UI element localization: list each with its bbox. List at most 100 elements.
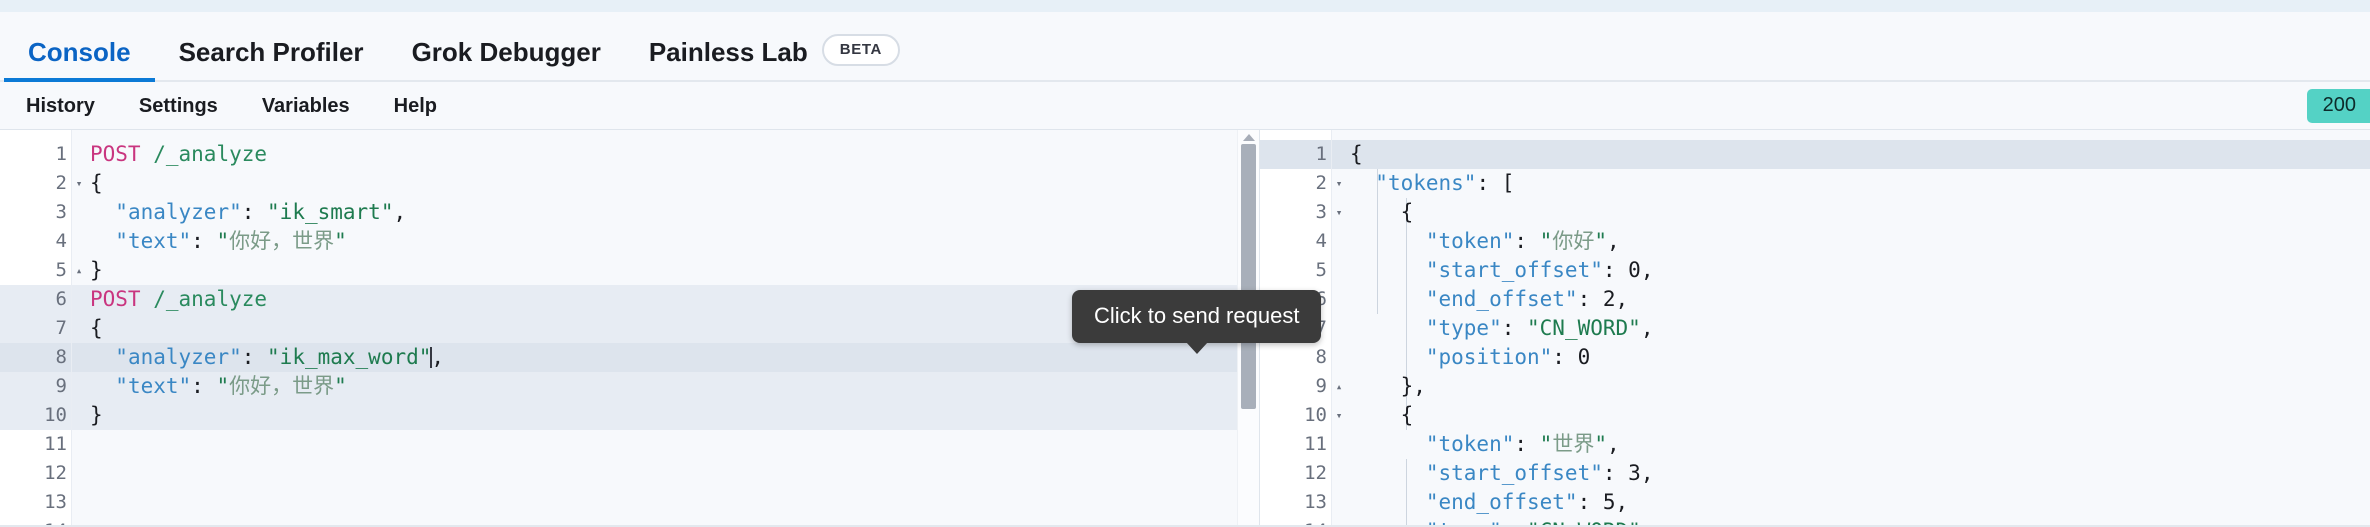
code-token: : bbox=[191, 374, 217, 398]
code-token: "position" bbox=[1425, 345, 1553, 369]
line-number-value: 11 bbox=[1304, 433, 1327, 455]
window-top-strip bbox=[0, 0, 2370, 12]
scroll-up-arrow-icon[interactable] bbox=[1242, 134, 1255, 141]
line-number: 8 bbox=[0, 343, 71, 372]
line-number-value: 13 bbox=[1304, 491, 1327, 513]
code-token: "token" bbox=[1425, 229, 1515, 253]
line-number-value: 5 bbox=[55, 259, 67, 281]
code-line[interactable] bbox=[72, 459, 1259, 488]
code-token: 2 bbox=[1602, 287, 1616, 311]
code-token: , bbox=[1640, 461, 1654, 485]
code-line[interactable]: "analyzer": "ik_smart", bbox=[72, 198, 1259, 227]
code-token: [ bbox=[1501, 171, 1515, 195]
code-token: "start_offset" bbox=[1425, 461, 1603, 485]
code-line[interactable]: "analyzer": "ik_max_word", bbox=[72, 343, 1259, 372]
line-number: 10 ▾ bbox=[1260, 401, 1342, 430]
code-token: 世界 bbox=[1552, 432, 1595, 456]
console-submenu-bar: History Settings Variables Help 200 bbox=[0, 82, 2370, 130]
code-token: , bbox=[1615, 287, 1629, 311]
code-line[interactable]: "type": "CN_WORD", bbox=[1332, 517, 2370, 525]
tab-label: Painless Lab bbox=[648, 36, 808, 67]
code-token: : bbox=[1602, 258, 1629, 282]
line-number-value: 9 bbox=[55, 375, 67, 397]
code-line[interactable]: } bbox=[72, 256, 1259, 285]
code-line[interactable]: { bbox=[72, 169, 1259, 198]
code-token: "text" bbox=[115, 229, 192, 253]
code-token: 你好 bbox=[1552, 229, 1595, 253]
request-pane[interactable]: 12▾345▴67▾8910▴111213141516171819 POST /… bbox=[0, 130, 1260, 525]
submenu-item-history[interactable]: History bbox=[4, 95, 117, 118]
code-line[interactable]: "start_offset": 3, bbox=[1332, 459, 2370, 488]
code-token: : bbox=[1514, 229, 1540, 253]
code-token: : bbox=[1577, 490, 1603, 514]
code-line[interactable]: "token": "你好", bbox=[1332, 227, 2370, 256]
code-line[interactable]: "tokens": [ bbox=[1332, 169, 2370, 198]
line-number-value: 11 bbox=[44, 433, 67, 455]
code-token: " bbox=[1539, 229, 1553, 253]
line-number-value: 12 bbox=[1304, 462, 1327, 484]
tab-grok-debugger[interactable]: Grok Debugger bbox=[388, 37, 625, 82]
line-number-value: 8 bbox=[55, 346, 67, 368]
code-token: "ik_max_word" bbox=[267, 345, 432, 369]
response-editor[interactable]: 1▾2▾3▾456789▴10▾111213141516▴17▴18▴ { "t… bbox=[1260, 130, 2370, 525]
scrollbar-thumb[interactable] bbox=[1241, 144, 1256, 409]
code-line[interactable]: POST /_analyze bbox=[72, 140, 1259, 169]
tab-painless-lab[interactable]: Painless Lab BETA bbox=[625, 34, 924, 82]
line-number: 12 bbox=[0, 459, 71, 488]
line-number: 6 bbox=[0, 285, 71, 314]
code-token: POST bbox=[90, 287, 141, 311]
line-number-value: 13 bbox=[44, 491, 67, 513]
code-line[interactable]: } bbox=[72, 401, 1259, 430]
line-number: 4 bbox=[0, 227, 71, 256]
code-token: " bbox=[216, 374, 230, 398]
line-number: 14 bbox=[0, 517, 71, 525]
code-line[interactable]: { bbox=[1332, 198, 2370, 227]
code-token: "analyzer" bbox=[115, 345, 242, 369]
code-line[interactable]: "type": "CN_WORD", bbox=[1332, 314, 2370, 343]
code-token: { bbox=[1350, 142, 1363, 166]
code-line[interactable]: "position": 0 bbox=[1332, 343, 2370, 372]
code-line[interactable]: "text": "你好，世界" bbox=[72, 227, 1259, 256]
code-line[interactable] bbox=[72, 488, 1259, 517]
code-token: : bbox=[1552, 345, 1578, 369]
submenu-item-settings[interactable]: Settings bbox=[117, 95, 240, 118]
tab-console[interactable]: Console bbox=[4, 37, 155, 82]
line-number-value: 4 bbox=[1315, 230, 1327, 252]
submenu-item-help[interactable]: Help bbox=[372, 95, 459, 118]
code-line[interactable]: "start_offset": 0, bbox=[1332, 256, 2370, 285]
line-number: 8 bbox=[1260, 343, 1331, 372]
response-pane[interactable]: 1▾2▾3▾456789▴10▾111213141516▴17▴18▴ { "t… bbox=[1260, 130, 2370, 525]
code-line[interactable] bbox=[72, 517, 1259, 525]
code-line[interactable]: "end_offset": 5, bbox=[1332, 488, 2370, 517]
code-line[interactable]: "token": "世界", bbox=[1332, 430, 2370, 459]
request-editor[interactable]: 12▾345▴67▾8910▴111213141516171819 POST /… bbox=[0, 130, 1259, 525]
tab-search-profiler[interactable]: Search Profiler bbox=[155, 37, 388, 82]
tab-label: Grok Debugger bbox=[411, 37, 601, 67]
code-token: "type" bbox=[1425, 316, 1502, 340]
response-code-area[interactable]: { "tokens": [ { "token": "你好", "start_of… bbox=[1332, 130, 2370, 525]
request-gutter[interactable]: 12▾345▴67▾8910▴111213141516171819 bbox=[0, 130, 82, 525]
send-request-tooltip: Click to send request bbox=[1072, 290, 1322, 354]
submenu-item-variables[interactable]: Variables bbox=[240, 95, 372, 118]
code-line[interactable]: }, bbox=[1332, 372, 2370, 401]
code-token: " bbox=[334, 229, 347, 253]
code-line[interactable]: { bbox=[1332, 140, 2370, 169]
code-line[interactable]: { bbox=[1332, 401, 2370, 430]
code-line[interactable]: "text": "你好，世界" bbox=[72, 372, 1259, 401]
code-line[interactable]: "end_offset": 2, bbox=[1332, 285, 2370, 314]
line-number-value: 6 bbox=[55, 288, 67, 310]
line-number-value: 2 bbox=[1315, 172, 1327, 194]
line-number-value: 12 bbox=[44, 462, 67, 484]
code-line[interactable] bbox=[72, 430, 1259, 459]
code-token: " bbox=[334, 374, 347, 398]
